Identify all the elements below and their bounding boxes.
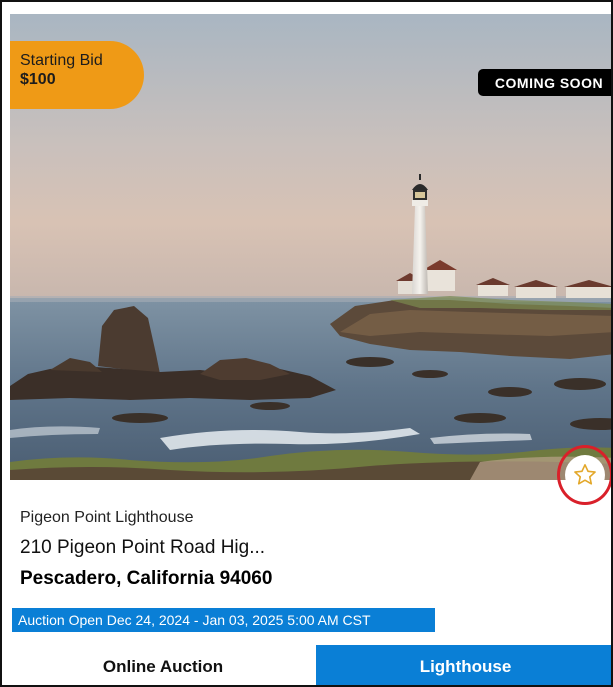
favorite-button[interactable]	[557, 445, 611, 505]
address-city-state-zip: Pescadero, California 94060	[20, 568, 273, 589]
property-name: Pigeon Point Lighthouse	[20, 509, 194, 526]
auction-dates-bar: Auction Open Dec 24, 2024 - Jan 03, 2025…	[12, 608, 435, 632]
starting-bid-label: Starting Bid	[20, 52, 103, 69]
favorite-button-face[interactable]	[565, 455, 605, 495]
listing-photo[interactable]: Starting Bid $100 COMING SOON	[10, 14, 611, 480]
status-badge: COMING SOON	[478, 69, 611, 96]
starting-bid-value: $100	[20, 71, 56, 88]
property-type-tag[interactable]: Lighthouse	[316, 645, 611, 685]
star-outline-icon	[574, 464, 596, 485]
listing-card[interactable]: Starting Bid $100 COMING SOON Pigeon Poi…	[0, 0, 613, 687]
address-line-1: 210 Pigeon Point Road Hig...	[20, 537, 266, 558]
starting-bid-badge: Starting Bid $100	[10, 41, 144, 109]
sale-type-tag[interactable]: Online Auction	[12, 645, 314, 685]
